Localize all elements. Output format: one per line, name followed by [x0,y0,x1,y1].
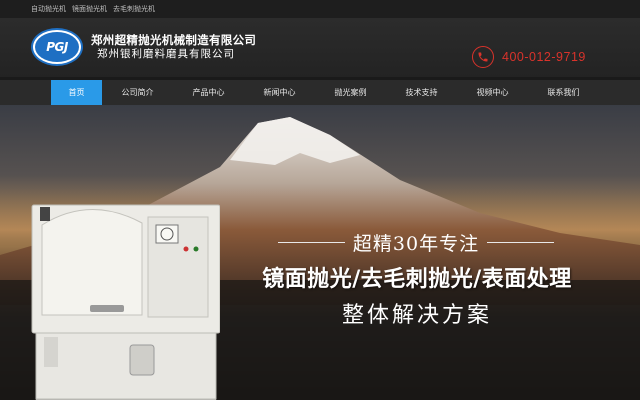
company-names: 郑州超精抛光机械制造有限公司 郑州银利磨料磨具有限公司 [91,33,256,61]
nav-item-news[interactable]: 新闻中心 [244,80,315,105]
nav-item-videos[interactable]: 视频中心 [457,80,528,105]
site-header: PGJ 郑州超精抛光机械制造有限公司 郑州银利磨料磨具有限公司 400-012-… [0,18,640,77]
nav-item-home[interactable]: 首页 [51,80,102,105]
polishing-machine-image [31,204,220,400]
top-link-bar: 自动抛光机 镜面抛光机 去毛刺抛光机 [0,0,640,18]
tagline-experience-text: 超精30年专注 [352,233,480,255]
nav-item-about[interactable]: 公司简介 [102,80,173,105]
nav-item-cases[interactable]: 抛光案例 [315,80,386,105]
hotline: 400-012-9719 [472,46,586,68]
hero-banner[interactable]: 超精30年专注 镜面抛光/去毛刺抛光/表面处理 整体解决方案 [0,105,640,400]
phone-icon [472,46,494,68]
company-name: 郑州超精抛光机械制造有限公司 [91,33,257,47]
company-subname: 郑州银利磨料磨具有限公司 [97,48,235,60]
hotline-number[interactable]: 400-012-9719 [502,50,586,64]
nav-item-products[interactable]: 产品中心 [173,80,244,105]
logo-text: PGJ [35,32,79,62]
top-link-deburring-polisher[interactable]: 去毛刺抛光机 [113,4,155,14]
tagline-right-rule [487,242,554,243]
tagline-solution: 整体解决方案 [341,303,492,328]
top-link-auto-polisher[interactable]: 自动抛光机 [31,4,66,14]
nav-item-contact[interactable]: 联系我们 [528,80,599,105]
top-link-mirror-polisher[interactable]: 镜面抛光机 [72,4,107,14]
nav-item-tech-support[interactable]: 技术支持 [386,80,457,105]
company-logo[interactable]: PGJ [31,28,83,66]
tagline-experience: 超精30年专注 [278,229,554,256]
main-nav: 首页 公司简介 产品中心 新闻中心 抛光案例 技术支持 视频中心 联系我们 [0,80,640,105]
tagline-left-rule [278,242,345,243]
tagline-services: 镜面抛光/去毛刺抛光/表面处理 [262,267,572,292]
